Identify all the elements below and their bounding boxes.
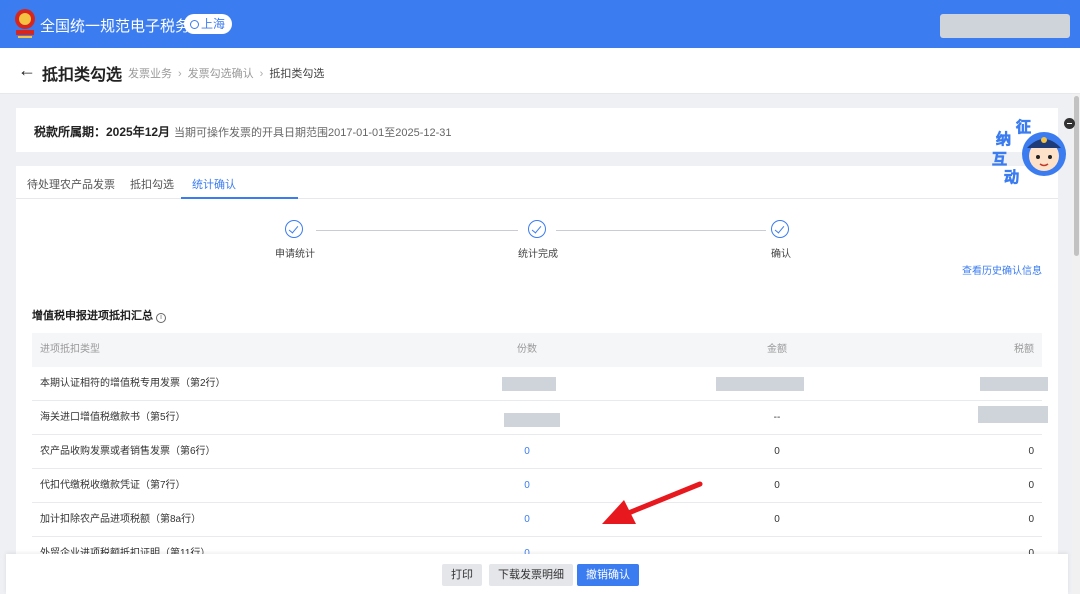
- region-selector[interactable]: 上海: [184, 14, 232, 34]
- app-title: 全国统一规范电子税务局: [40, 18, 206, 35]
- cancel-confirm-button[interactable]: 撤销确认: [577, 564, 639, 586]
- redacted-value: [716, 377, 804, 391]
- column-header-count: 份数: [517, 344, 537, 355]
- table-row: 农产品收购发票或者销售发票（第6行） 0 0 0: [32, 435, 1042, 469]
- breadcrumb: 发票业务 › 发票勾选确认 › 抵扣类勾选: [128, 65, 324, 81]
- step-connector: [556, 230, 766, 231]
- tab-deduction-select[interactable]: 抵扣勾选: [130, 176, 174, 192]
- step-label-apply: 申请统计: [275, 249, 315, 260]
- step-connector: [316, 230, 518, 231]
- breadcrumb-current: 抵扣类勾选: [269, 68, 325, 80]
- active-tab-indicator: [181, 197, 298, 199]
- row-type: 本期认证相符的增值税专用发票（第2行）: [40, 378, 226, 389]
- main-card: 待处理农产品发票 抵扣勾选 统计确认 申请统计 统计完成 确认 查看历史确认信息…: [16, 166, 1058, 594]
- table-row: 加计扣除农产品进项税额（第8a行） 0 0 0: [32, 503, 1042, 537]
- tab-pending-agri-invoices[interactable]: 待处理农产品发票: [27, 176, 115, 192]
- row-type: 加计扣除农产品进项税额（第8a行）: [40, 514, 202, 525]
- page-title: 抵扣类勾选: [42, 67, 123, 84]
- column-header-amount: 金额: [767, 344, 787, 355]
- step-label-complete: 统计完成: [518, 249, 558, 260]
- tab-bar: 待处理农产品发票 抵扣勾选 统计确认: [16, 166, 1058, 199]
- row-count-link[interactable]: 0: [452, 435, 602, 469]
- check-circle-icon: [528, 220, 546, 238]
- redacted-value: [502, 377, 556, 391]
- scrollbar-thumb[interactable]: [1074, 96, 1079, 256]
- tax-period-label: 税款所属期：2025年12月: [34, 125, 171, 139]
- step-label-confirm: 确认: [771, 249, 791, 260]
- row-tax: 0: [1028, 446, 1034, 457]
- interaction-mascot-icon[interactable]: 征 纳 互 动: [986, 116, 1068, 188]
- table-header: 进项抵扣类型 份数 金额 税额: [32, 333, 1042, 367]
- section-title: 增值税申报进项抵扣汇总 i: [32, 307, 166, 323]
- table-row: 本期认证相符的增值税专用发票（第2行）: [32, 367, 1048, 401]
- check-circle-icon: [285, 220, 303, 238]
- row-amount: 0: [774, 514, 780, 525]
- chevron-right-icon: ›: [259, 68, 264, 80]
- action-footer: 打印 下载发票明细 撤销确认: [6, 554, 1068, 594]
- user-info-redacted[interactable]: [940, 14, 1070, 38]
- table-row: 海关进口增值税缴款书（第5行） --: [32, 401, 1048, 435]
- location-pin-icon: [190, 20, 199, 29]
- row-type: 海关进口增值税缴款书（第5行）: [40, 412, 186, 423]
- table-row: 代扣代缴税收缴款凭证（第7行） 0 0 0: [32, 469, 1042, 503]
- redacted-value: [978, 406, 1048, 423]
- top-bar: 全国统一规范电子税务局 上海: [0, 0, 1080, 48]
- breadcrumb-item[interactable]: 发票勾选确认: [188, 68, 254, 80]
- download-invoice-details-button[interactable]: 下载发票明细: [489, 564, 573, 586]
- page-header: ← 抵扣类勾选 发票业务 › 发票勾选确认 › 抵扣类勾选: [0, 48, 1080, 94]
- check-circle-icon: [771, 220, 789, 238]
- tax-period-card: 税款所属期：2025年12月 当期可操作发票的开具日期范围2017-01-01至…: [16, 108, 1058, 152]
- row-tax: 0: [1028, 514, 1034, 525]
- tax-emblem-icon: [15, 9, 35, 38]
- section-title-text: 增值税申报进项抵扣汇总: [32, 310, 153, 322]
- info-icon[interactable]: i: [156, 313, 166, 323]
- region-label: 上海: [201, 17, 226, 31]
- row-type: 代扣代缴税收缴款凭证（第7行）: [40, 480, 186, 491]
- redacted-value: [504, 413, 560, 427]
- column-header-tax: 税额: [1014, 344, 1034, 355]
- column-header-type: 进项抵扣类型: [40, 344, 100, 355]
- row-amount: --: [773, 412, 781, 423]
- mascot-char: 互: [992, 150, 1007, 168]
- redacted-value: [980, 377, 1048, 391]
- mascot-char: 征: [1016, 118, 1031, 136]
- row-amount: 0: [774, 480, 780, 491]
- row-count-link[interactable]: 0: [452, 503, 602, 537]
- row-type: 农产品收购发票或者销售发票（第6行）: [40, 446, 216, 457]
- row-count-link[interactable]: 0: [452, 469, 602, 503]
- back-arrow-icon[interactable]: ←: [18, 60, 36, 81]
- tab-stat-confirm[interactable]: 统计确认: [192, 176, 236, 192]
- breadcrumb-item[interactable]: 发票业务: [128, 68, 172, 80]
- chevron-right-icon: ›: [178, 68, 182, 80]
- history-confirm-link[interactable]: 查看历史确认信息: [962, 262, 1042, 277]
- mascot-char: 动: [1004, 168, 1019, 186]
- mascot-char: 纳: [996, 130, 1011, 148]
- tax-period-range: 当期可操作发票的开具日期范围2017-01-01至2025-12-31: [174, 127, 452, 139]
- red-arrow-annotation-icon: [602, 481, 703, 524]
- print-button[interactable]: 打印: [442, 564, 482, 586]
- row-amount: 0: [774, 446, 780, 457]
- collapse-icon[interactable]: [1064, 118, 1075, 129]
- row-tax: 0: [1028, 480, 1034, 491]
